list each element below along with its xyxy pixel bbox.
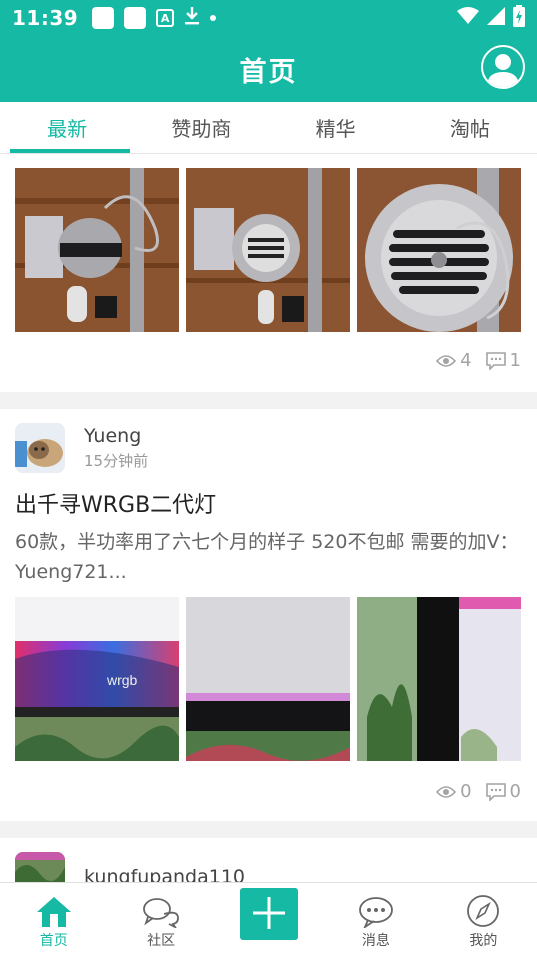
comments-stat: 0 <box>485 781 521 802</box>
app-header: 首页 <box>0 36 537 102</box>
bottom-nav: 首页 社区 消息 我的 <box>0 882 537 956</box>
message-icon <box>359 897 393 928</box>
download-icon <box>184 6 200 30</box>
post-title[interactable]: 出千寻WRGB二代灯 <box>15 487 216 519</box>
compass-icon <box>467 895 500 927</box>
signal-icon <box>487 7 505 29</box>
nav-post[interactable] <box>215 883 322 956</box>
eye-icon <box>436 785 457 798</box>
post-card[interactable]: 4 1 <box>0 154 537 392</box>
post-author[interactable]: Yueng 15分钟前 <box>15 423 148 473</box>
comments-stat: 1 <box>485 350 521 371</box>
post-photos: wrgb <box>15 597 521 761</box>
post-photo[interactable] <box>357 597 521 761</box>
post-card[interactable]: Yueng 15分钟前 出千寻WRGB二代灯 60款，半功率用了六七个月的样子 … <box>0 409 537 821</box>
tab-latest[interactable]: 最新 <box>0 102 134 153</box>
nav-messages[interactable]: 消息 <box>322 883 429 956</box>
post-card[interactable]: kungfupanda110 <box>0 838 537 882</box>
comments-count: 0 <box>509 781 521 802</box>
post-feed[interactable]: 4 1 Yueng 15分钟前 出千寻WRGB二代灯 60款，半功率用了六七个月… <box>0 154 537 882</box>
author-info: kungfupanda110 <box>84 866 245 882</box>
new-post-button[interactable] <box>239 888 298 940</box>
eye-icon <box>436 354 457 367</box>
notification-icons: A <box>92 6 217 30</box>
nav-me-label: 我的 <box>469 933 498 949</box>
views-count: 4 <box>460 350 472 371</box>
post-time: 15分钟前 <box>84 452 149 470</box>
tab-featured[interactable]: 精华 <box>269 102 403 153</box>
profile-icon <box>487 54 519 87</box>
avatar[interactable] <box>15 852 65 882</box>
post-excerpt[interactable]: 60款，半功率用了六七个月的样子 520不包邮 需要的加V：Yueng721..… <box>15 527 525 587</box>
app-notification-icon <box>92 7 115 29</box>
views-stat: 4 <box>436 350 472 371</box>
post-stats: 0 0 <box>436 781 521 802</box>
status-time: 11:39 <box>12 6 79 30</box>
nav-community[interactable]: 社区 <box>107 883 214 956</box>
tab-bar: 最新 赞助商 精华 淘帖 <box>0 102 537 154</box>
tab-taotie[interactable]: 淘帖 <box>403 102 537 153</box>
post-photos <box>15 168 521 332</box>
wifi-icon <box>457 7 479 29</box>
status-bar: 11:39 A <box>0 0 537 36</box>
views-count: 0 <box>460 781 472 802</box>
post-photo[interactable] <box>357 168 521 332</box>
nav-messages-label: 消息 <box>361 933 390 949</box>
post-photo[interactable] <box>15 168 179 332</box>
home-icon <box>36 897 71 927</box>
community-icon <box>143 898 180 928</box>
author-info: Yueng 15分钟前 <box>84 425 148 471</box>
post-author[interactable]: kungfupanda110 <box>15 852 245 882</box>
comment-icon <box>485 782 506 801</box>
app-notification-icon <box>124 7 147 29</box>
nav-home[interactable]: 首页 <box>0 883 107 956</box>
nav-home-label: 首页 <box>39 933 68 949</box>
comments-count: 1 <box>509 350 521 371</box>
author-name[interactable]: Yueng <box>84 425 148 447</box>
profile-button[interactable] <box>481 45 525 89</box>
translate-icon: A <box>156 9 175 27</box>
plus-icon <box>252 897 285 929</box>
tab-sponsors[interactable]: 赞助商 <box>134 102 268 153</box>
post-photo[interactable]: wrgb <box>15 597 179 761</box>
post-stats: 4 1 <box>436 350 521 371</box>
post-photo[interactable] <box>186 168 350 332</box>
author-name[interactable]: kungfupanda110 <box>84 866 245 882</box>
comment-icon <box>485 351 506 370</box>
more-notifications-icon <box>210 15 217 21</box>
post-photo[interactable] <box>186 597 350 761</box>
product-logo-text: wrgb <box>106 672 138 688</box>
avatar[interactable] <box>15 423 65 473</box>
nav-community-label: 社区 <box>147 933 176 949</box>
nav-me[interactable]: 我的 <box>430 883 537 956</box>
views-stat: 0 <box>436 781 472 802</box>
battery-icon <box>513 5 525 31</box>
page-title: 首页 <box>239 56 298 88</box>
